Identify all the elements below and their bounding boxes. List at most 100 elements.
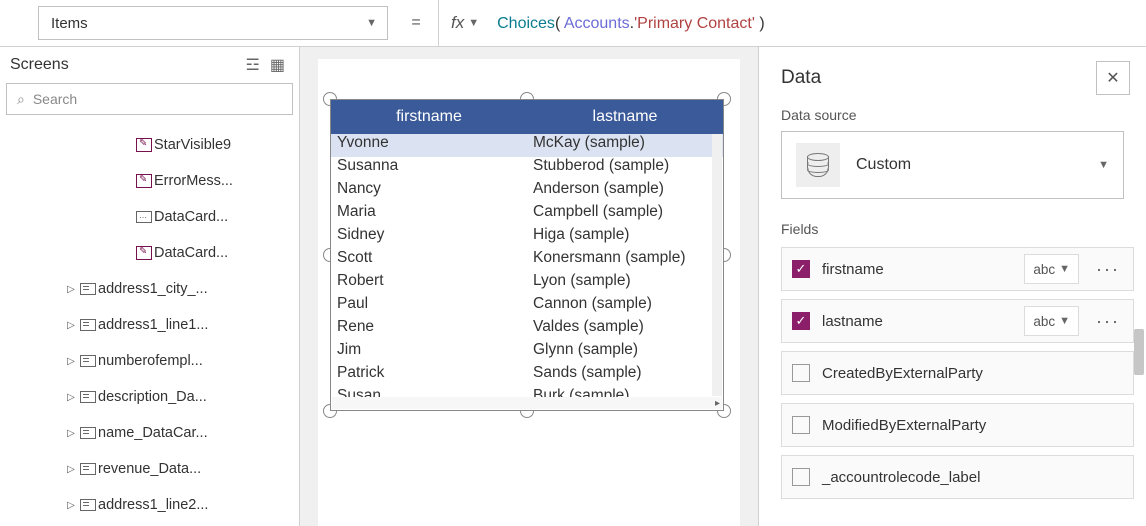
table-row[interactable]: PaulCannon (sample) (331, 295, 723, 318)
cell: Lyon (sample) (527, 272, 723, 295)
datacard-icon (78, 355, 98, 367)
table-body[interactable]: YvonneMcKay (sample)SusannaStubberod (sa… (331, 134, 723, 410)
field-row[interactable]: ✓lastnameabc▼··· (781, 299, 1134, 343)
selected-control[interactable]: firstname lastname YvonneMcKay (sample)S… (330, 99, 724, 411)
canvas[interactable]: firstname lastname YvonneMcKay (sample)S… (300, 47, 758, 526)
checkbox[interactable] (792, 416, 810, 434)
checkbox[interactable]: ✓ (792, 312, 810, 330)
horizontal-scrollbar[interactable]: ▸ (332, 397, 722, 409)
field-row[interactable]: ✓ firstname abc▼ ··· (781, 247, 1134, 291)
expand-arrow-icon[interactable]: ▷ (64, 392, 78, 403)
datacard-icon (78, 283, 98, 295)
cell: Paul (331, 295, 527, 318)
tree-item-label: address1_city_... (98, 281, 208, 297)
close-button[interactable]: ✕ (1096, 61, 1130, 95)
tree-item[interactable]: ErrorMess... (0, 163, 299, 199)
expand-arrow-icon[interactable]: ▷ (64, 356, 78, 367)
expand-arrow-icon[interactable]: ▷ (64, 284, 78, 295)
cell: Robert (331, 272, 527, 295)
expand-arrow-icon[interactable]: ▷ (64, 500, 78, 511)
list-view-icon[interactable]: ☲ (246, 55, 260, 75)
more-options-button[interactable]: ··· (1091, 311, 1125, 332)
tree-item[interactable]: ▷ numberofempl... (0, 343, 299, 379)
tree-item[interactable]: ▷address1_line1... (0, 307, 299, 343)
column-header[interactable]: firstname (331, 100, 527, 134)
expand-arrow-icon[interactable]: ▷ (64, 428, 78, 439)
table-row[interactable]: MariaCampbell (sample) (331, 203, 723, 226)
table-row[interactable]: YvonneMcKay (sample) (331, 134, 723, 157)
column-header[interactable]: lastname (527, 100, 723, 134)
expand-arrow-icon[interactable]: ▷ (64, 464, 78, 475)
search-placeholder: Search (33, 91, 77, 107)
table-row[interactable]: RobertLyon (sample) (331, 272, 723, 295)
tree-item[interactable]: StarVisible9 (0, 127, 299, 163)
cell: Patrick (331, 364, 527, 387)
more-options-button[interactable]: ··· (1091, 259, 1125, 280)
field-name-label: firstname (822, 261, 1012, 278)
field-type-dropdown[interactable]: abc▼ (1024, 306, 1079, 336)
tree-list[interactable]: StarVisible9ErrorMess... DataCard... DataC… (0, 121, 299, 526)
table-row[interactable]: PatrickSands (sample) (331, 364, 723, 387)
grid-view-icon[interactable]: ▦ (270, 55, 285, 75)
formula-input-area[interactable]: fx ▼ Choices( Accounts.'Primary Contact'… (438, 0, 1146, 47)
tree-item[interactable]: ▷description_Da... (0, 379, 299, 415)
text-input-icon (134, 246, 154, 260)
data-source-selector[interactable]: Custom ▼ (781, 131, 1124, 199)
data-pane-title: Data (781, 67, 821, 89)
property-dropdown[interactable]: Items ▼ (38, 6, 388, 40)
card-icon (134, 211, 154, 223)
field-type-dropdown[interactable]: abc▼ (1024, 254, 1079, 284)
formula-text[interactable]: Choices( Accounts.'Primary Contact' ) (497, 13, 765, 33)
tree-item-label: DataCard... (154, 209, 228, 225)
cell: Jim (331, 341, 527, 364)
table-row[interactable]: ScottKonersmann (sample) (331, 249, 723, 272)
chevron-down-icon: ▼ (1059, 315, 1070, 327)
formula-bar: Items ▼ = fx ▼ Choices( Accounts.'Primar… (0, 0, 1146, 47)
data-table-control[interactable]: firstname lastname YvonneMcKay (sample)S… (330, 99, 724, 411)
tree-item[interactable]: DataCard... (0, 235, 299, 271)
data-source-name: Custom (856, 156, 1082, 174)
cell: Valdes (sample) (527, 318, 723, 341)
datacard-icon (78, 463, 98, 475)
expand-arrow-icon[interactable]: ▷ (64, 320, 78, 331)
cell: Konersmann (sample) (527, 249, 723, 272)
field-row[interactable]: CreatedByExternalParty (781, 351, 1134, 395)
field-row[interactable]: ModifiedByExternalParty (781, 403, 1134, 447)
tree-item[interactable]: ▷ address1_line2... (0, 487, 299, 523)
tree-title: Screens (10, 56, 69, 74)
search-input[interactable]: ⌕ Search (6, 83, 293, 115)
table-row[interactable]: SidneyHiga (sample) (331, 226, 723, 249)
vertical-scrollbar[interactable] (1134, 329, 1144, 375)
tree-item-label: numberofempl... (98, 353, 203, 369)
tree-item[interactable]: ▷revenue_Data... (0, 451, 299, 487)
table-row[interactable]: SusannaStubberod (sample) (331, 157, 723, 180)
property-name: Items (51, 15, 88, 32)
cell: Susanna (331, 157, 527, 180)
tree-item[interactable]: ▷name_DataCar... (0, 415, 299, 451)
checkbox[interactable] (792, 468, 810, 486)
cell: Glynn (sample) (527, 341, 723, 364)
cell: Campbell (sample) (527, 203, 723, 226)
fields-label: Fields (759, 199, 1146, 247)
fx-icon[interactable]: fx ▼ (451, 13, 479, 33)
table-header: firstname lastname (331, 100, 723, 134)
chevron-down-icon: ▼ (1098, 159, 1109, 171)
cell: Maria (331, 203, 527, 226)
datacard-icon (78, 499, 98, 511)
tree-item[interactable]: DataCard... (0, 199, 299, 235)
cell: McKay (sample) (527, 134, 723, 157)
cell: Nancy (331, 180, 527, 203)
data-source-label: Data source (759, 99, 1146, 131)
table-row[interactable]: NancyAnderson (sample) (331, 180, 723, 203)
table-row[interactable]: ReneValdes (sample) (331, 318, 723, 341)
cell: Scott (331, 249, 527, 272)
tree-item[interactable]: ▷ address1_city_... (0, 271, 299, 307)
vertical-scrollbar[interactable] (712, 134, 722, 396)
table-row[interactable]: JimGlynn (sample) (331, 341, 723, 364)
cell: Anderson (sample) (527, 180, 723, 203)
cell: Rene (331, 318, 527, 341)
checkbox[interactable]: ✓ (792, 260, 810, 278)
tree-item-label: address1_line2... (98, 497, 208, 513)
checkbox[interactable] (792, 364, 810, 382)
field-row[interactable]: _accountrolecode_label (781, 455, 1134, 499)
